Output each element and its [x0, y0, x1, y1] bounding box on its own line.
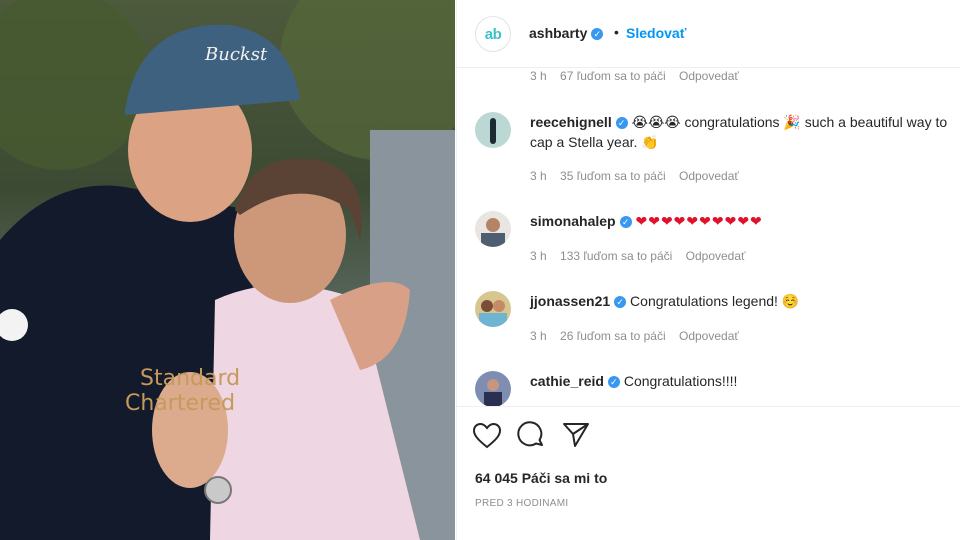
comment-meta: 3 h 35 ľuďom sa to páči Odpovedať — [530, 169, 749, 183]
post-header: ab ashbarty ✓ • Sledovať — [457, 0, 960, 68]
couple-photo-illustration: Buckst Standard Chartered — [0, 0, 455, 540]
verified-badge-icon: ✓ — [591, 28, 604, 41]
comment-text: jjonassen21 ✓ Congratulations legend! ☺️ — [530, 293, 800, 309]
verified-badge-icon: ✓ — [615, 117, 628, 130]
heart-icon[interactable] — [472, 422, 502, 454]
comment-icon[interactable] — [517, 421, 545, 454]
comment-likes[interactable]: 133 ľuďom sa to páči — [560, 249, 672, 263]
comment-meta: 3 h 133 ľuďom sa to páči Odpovedať — [530, 249, 756, 263]
post-sidebar: ab ashbarty ✓ • Sledovať 3 h 67 ľuďom sa … — [456, 0, 960, 540]
comments-list[interactable]: 3 h 67 ľuďom sa to páči Odpovedať reeceh… — [457, 69, 960, 406]
author-username[interactable]: ashbarty ✓ — [529, 25, 604, 41]
comment-likes[interactable]: 26 ľuďom sa to páči — [560, 329, 666, 343]
commenter-username[interactable]: simonahalep ✓ — [530, 213, 632, 229]
commenter-username[interactable]: cathie_reid ✓ — [530, 373, 620, 389]
action-icons — [472, 421, 602, 449]
reply-button[interactable]: Odpovedať — [679, 329, 739, 343]
comment-item: simonahalep ✓ ❤❤❤❤❤❤❤❤❤❤ — [475, 211, 955, 251]
comment-time: 3 h — [530, 249, 547, 263]
commenter-avatar[interactable] — [475, 211, 511, 247]
post-photo: Buckst Standard Chartered — [0, 0, 455, 540]
post-actions: 64 045 Páči sa mi to PRED 3 HODINAMI — [457, 406, 960, 540]
reply-button[interactable]: Odpovedať — [679, 169, 739, 183]
share-icon[interactable] — [562, 421, 590, 454]
author-avatar[interactable]: ab — [475, 16, 511, 52]
comment-likes[interactable]: 35 ľuďom sa to páči — [560, 169, 666, 183]
svg-text:Standard: Standard — [140, 366, 240, 391]
svg-text:Buckst: Buckst — [204, 44, 268, 65]
hearts-emoji: ❤❤❤❤❤❤❤❤❤❤ — [635, 213, 763, 229]
follow-button[interactable]: Sledovať — [626, 25, 686, 41]
comment-time: 3 h — [530, 169, 547, 183]
comment-meta: 3 h 67 ľuďom sa to páči Odpovedať — [530, 69, 749, 83]
post-timestamp[interactable]: PRED 3 HODINAMI — [475, 498, 568, 509]
comment-text: cathie_reid ✓ Congratulations!!!! — [530, 373, 738, 389]
verified-badge-icon: ✓ — [619, 216, 632, 229]
commenter-avatar[interactable] — [475, 112, 511, 148]
likes-count[interactable]: 64 045 Páči sa mi to — [475, 470, 607, 486]
reply-button[interactable]: Odpovedať — [679, 69, 739, 83]
verified-badge-icon: ✓ — [607, 376, 620, 389]
comment-item: cathie_reid ✓ Congratulations!!!! — [475, 371, 955, 406]
reply-button[interactable]: Odpovedať — [686, 249, 746, 263]
comment-time: 3 h — [530, 329, 547, 343]
commenter-username[interactable]: jjonassen21 ✓ — [530, 293, 627, 309]
comment-text: reecehignell ✓ 😭😭😭 congratulations 🎉 such… — [530, 114, 948, 150]
svg-text:Chartered: Chartered — [125, 391, 235, 416]
commenter-username[interactable]: reecehignell ✓ — [530, 114, 628, 130]
comment-time: 3 h — [530, 69, 547, 83]
separator-dot: • — [614, 24, 619, 40]
comment-text: simonahalep ✓ ❤❤❤❤❤❤❤❤❤❤ — [530, 211, 950, 231]
commenter-avatar[interactable] — [475, 291, 511, 327]
verified-badge-icon: ✓ — [614, 296, 627, 309]
comment-meta: 3 h 26 ľuďom sa to páči Odpovedať — [530, 329, 749, 343]
comment-item: jjonassen21 ✓ Congratulations legend! ☺️ — [475, 291, 955, 331]
comment-likes[interactable]: 67 ľuďom sa to páči — [560, 69, 666, 83]
commenter-avatar[interactable] — [475, 371, 511, 406]
